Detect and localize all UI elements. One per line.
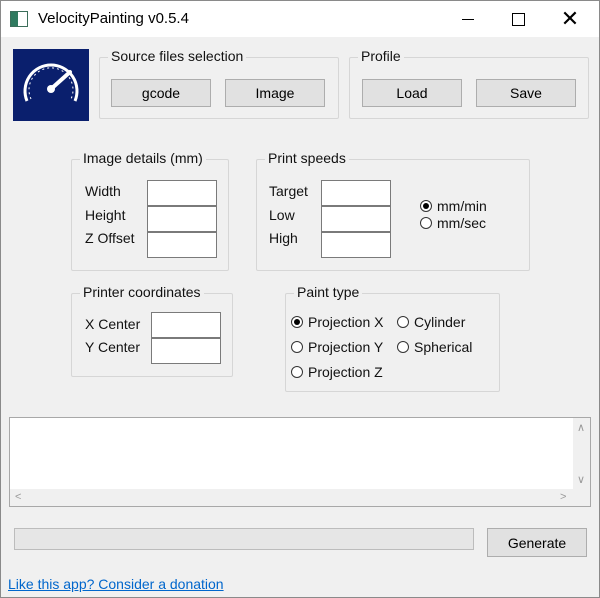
title-bar[interactable]: VelocityPainting v0.5.4 ✕ — [1, 1, 599, 37]
y-center-label: Y Center — [85, 339, 140, 355]
radio-unselected-icon — [420, 217, 432, 229]
projection-y-radio[interactable]: Projection Y — [291, 339, 383, 355]
profile-label: Profile — [358, 48, 404, 64]
maximize-icon — [511, 12, 525, 26]
spherical-label: Spherical — [414, 339, 473, 355]
donation-link[interactable]: Like this app? Consider a donation — [8, 576, 224, 592]
radio-selected-icon — [420, 200, 432, 212]
cylinder-label: Cylinder — [414, 314, 466, 330]
radio-unselected-icon — [291, 341, 303, 353]
app-window: VelocityPainting v0.5.4 ✕ Source files s… — [0, 0, 600, 598]
projection-x-label: Projection X — [308, 314, 384, 330]
height-label: Height — [85, 207, 126, 223]
app-window-icon — [10, 11, 28, 27]
low-label: Low — [269, 207, 295, 223]
z-offset-label: Z Offset — [85, 230, 135, 246]
height-input[interactable] — [147, 206, 217, 232]
spherical-radio[interactable]: Spherical — [397, 339, 472, 355]
log-textarea[interactable] — [9, 417, 591, 507]
minimize-button[interactable] — [445, 1, 491, 37]
image-details-label: Image details (mm) — [80, 150, 206, 166]
target-label: Target — [269, 183, 308, 199]
x-center-input[interactable] — [151, 312, 221, 338]
gcode-button[interactable]: gcode — [111, 79, 211, 107]
window-title: VelocityPainting v0.5.4 — [38, 10, 189, 27]
mm-per-sec-radio[interactable]: mm/sec — [420, 215, 486, 231]
projection-z-radio[interactable]: Projection Z — [291, 364, 383, 380]
mm-per-min-radio[interactable]: mm/min — [420, 198, 487, 214]
minimize-icon — [462, 18, 474, 20]
close-button[interactable]: ✕ — [547, 1, 593, 37]
projection-y-label: Projection Y — [308, 339, 384, 355]
maximize-button[interactable] — [495, 1, 541, 37]
high-speed-input[interactable] — [321, 232, 391, 258]
speedometer-logo-icon — [13, 49, 89, 121]
projection-z-label: Projection Z — [308, 364, 383, 380]
radio-unselected-icon — [397, 341, 409, 353]
printer-coordinates-label: Printer coordinates — [80, 284, 204, 300]
mm-per-sec-label: mm/sec — [437, 215, 486, 231]
target-speed-input[interactable] — [321, 180, 391, 206]
high-label: High — [269, 230, 298, 246]
low-speed-input[interactable] — [321, 206, 391, 232]
print-speeds-group: Print speeds — [256, 150, 530, 271]
radio-unselected-icon — [397, 316, 409, 328]
width-input[interactable] — [147, 180, 217, 206]
radio-selected-icon — [291, 316, 303, 328]
x-center-label: X Center — [85, 316, 141, 332]
mm-per-min-label: mm/min — [437, 198, 487, 214]
radio-unselected-icon — [291, 366, 303, 378]
save-profile-button[interactable]: Save — [476, 79, 576, 107]
width-label: Width — [85, 183, 121, 199]
load-profile-button[interactable]: Load — [362, 79, 462, 107]
source-files-label: Source files selection — [108, 48, 247, 64]
cylinder-radio[interactable]: Cylinder — [397, 314, 465, 330]
projection-x-radio[interactable]: Projection X — [291, 314, 383, 330]
image-button[interactable]: Image — [225, 79, 325, 107]
progress-bar — [14, 528, 474, 550]
y-center-input[interactable] — [151, 338, 221, 364]
z-offset-input[interactable] — [147, 232, 217, 258]
generate-button[interactable]: Generate — [487, 528, 587, 557]
close-icon: ✕ — [560, 6, 580, 31]
paint-type-label: Paint type — [294, 284, 363, 300]
print-speeds-label: Print speeds — [265, 150, 349, 166]
